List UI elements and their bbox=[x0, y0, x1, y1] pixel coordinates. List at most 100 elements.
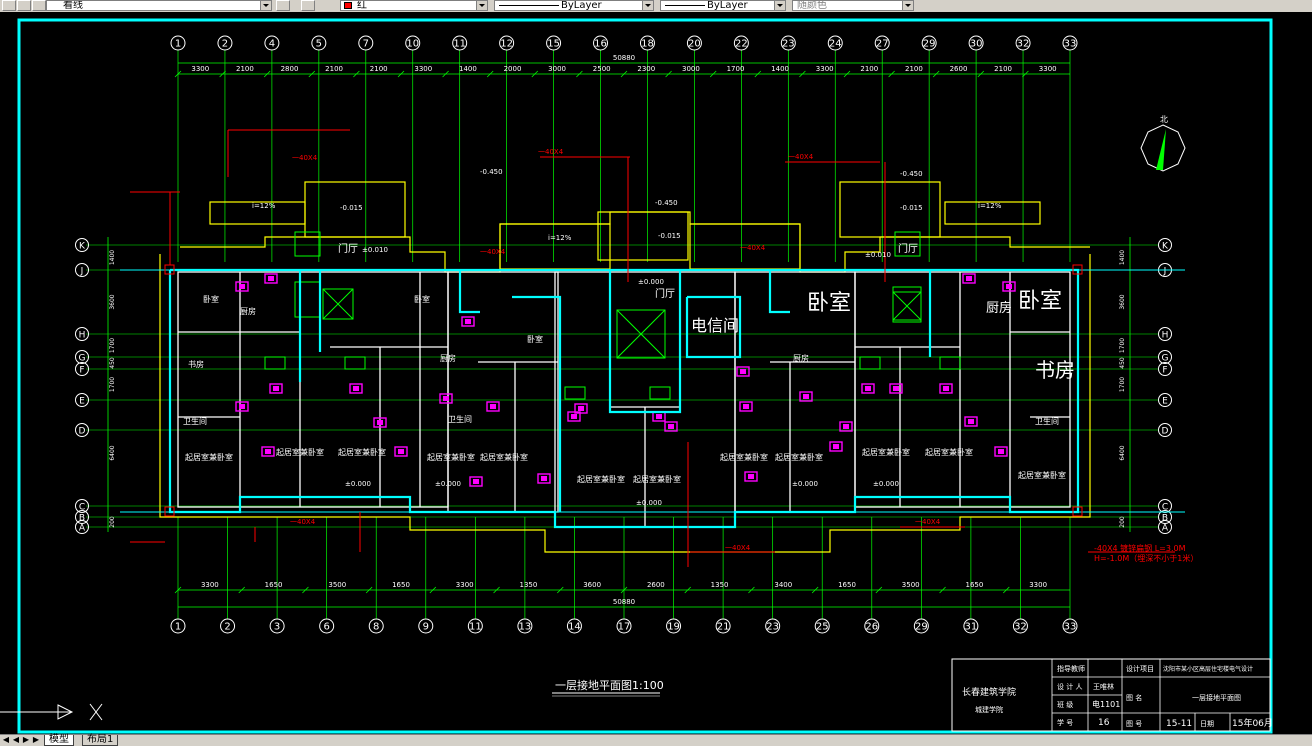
tb-name-label: 图 名 bbox=[1126, 693, 1142, 702]
fixture-fill bbox=[273, 386, 279, 391]
layer-previous-icon[interactable] bbox=[301, 0, 315, 11]
annotation-notes: 一40X4 一40X4 一40X4 一40X4 一40X4 一40X4 一40X… bbox=[290, 148, 1198, 563]
fixture-fill bbox=[443, 396, 449, 401]
top-axis-label: 7 bbox=[363, 39, 369, 50]
prev-tab-icon[interactable]: ◀ bbox=[12, 736, 20, 744]
fixture-fill bbox=[668, 424, 674, 429]
fixture-fill bbox=[740, 369, 746, 374]
tb-r4c2: 16 bbox=[1098, 718, 1110, 728]
lock-icon[interactable] bbox=[32, 0, 46, 11]
linetype-dropdown[interactable]: ByLayer bbox=[494, 0, 654, 11]
top-axis-label: 4 bbox=[269, 39, 275, 50]
chevron-down-icon[interactable] bbox=[774, 1, 785, 10]
bottom-dim-text: 1650 bbox=[265, 581, 283, 589]
top-axis-label: 30 bbox=[970, 39, 983, 50]
color-dropdown[interactable]: 红 bbox=[340, 0, 488, 11]
first-tab-icon[interactable]: ◀ bbox=[2, 736, 10, 744]
layer-state-icon[interactable] bbox=[2, 0, 16, 11]
side-dim-text: 1700 bbox=[1119, 377, 1126, 392]
tb-proj-label: 设计项目 bbox=[1126, 664, 1154, 673]
layer-dropdown[interactable]: 看线 bbox=[46, 0, 272, 11]
chevron-down-icon[interactable] bbox=[642, 1, 653, 10]
side-axis-label: K bbox=[79, 242, 86, 252]
tb-r3c2: 电1101 bbox=[1092, 699, 1120, 709]
room-living-8: 起居室兼卧室 bbox=[720, 452, 768, 462]
fixture-fill bbox=[968, 419, 974, 424]
room-hall-left: 门厅 bbox=[338, 242, 358, 255]
top-axis-label: 24 bbox=[829, 39, 842, 50]
side-axis-label: F bbox=[79, 366, 84, 376]
tb-school: 长春建筑学院 bbox=[962, 686, 1016, 698]
room-living-6: 起居室兼卧室 bbox=[577, 474, 625, 484]
fixture-fill bbox=[268, 276, 274, 281]
lineweight-preview bbox=[665, 5, 705, 6]
note-conductor-3: 一40X4 bbox=[788, 153, 814, 161]
bottom-axis-label: 29 bbox=[915, 622, 928, 633]
fixture-fill bbox=[1006, 284, 1012, 289]
layer-make-current-icon[interactable] bbox=[276, 0, 290, 11]
fixture-fill bbox=[465, 319, 471, 324]
last-tab-icon[interactable]: ▶ bbox=[32, 736, 40, 744]
side-axis-label: J bbox=[80, 267, 84, 277]
tab-model[interactable]: 模型 bbox=[44, 735, 74, 746]
room-hall-center: 门厅 bbox=[655, 287, 675, 300]
layer-dropdown-value: 看线 bbox=[63, 0, 83, 11]
slope-mark-2: i=12% bbox=[548, 234, 572, 242]
bottom-dim-text: 1650 bbox=[392, 581, 410, 589]
fixture-fill bbox=[239, 284, 245, 289]
bottom-dim-text: 3500 bbox=[328, 581, 346, 589]
bottom-dim-text: 1650 bbox=[838, 581, 856, 589]
elev-mark-1: -0.450 bbox=[480, 168, 503, 176]
note-ground-rod-depth: H=-1.0M（埋深不小于1米） bbox=[1094, 553, 1198, 563]
lineweight-dropdown[interactable]: ByLayer bbox=[660, 0, 786, 11]
top-dim-text: 3000 bbox=[682, 65, 700, 73]
tab-layout1[interactable]: 布局1 bbox=[82, 735, 119, 746]
top-axis-label: 12 bbox=[500, 39, 513, 50]
side-dim-text: 450 bbox=[109, 357, 116, 369]
tb-r1c1: 指导教师 bbox=[1057, 664, 1085, 673]
side-dim-text: 200 bbox=[109, 516, 116, 528]
elev-mark-14: ±0.010 bbox=[865, 251, 891, 259]
side-axis-label: G bbox=[1162, 354, 1169, 364]
side-dim-text: 1400 bbox=[109, 250, 116, 265]
next-tab-icon[interactable]: ▶ bbox=[22, 736, 30, 744]
room-bedroom-1: 卧室 bbox=[203, 294, 219, 304]
color-swatch-icon bbox=[344, 2, 352, 9]
side-dim-text: 6400 bbox=[109, 445, 116, 460]
top-total-text: 50880 bbox=[613, 54, 635, 62]
tb-r2c2: 王唯林 bbox=[1093, 682, 1114, 691]
chevron-down-icon[interactable] bbox=[476, 1, 487, 10]
room-kitchen-1: 厨房 bbox=[240, 306, 256, 316]
bottom-axis-label: 13 bbox=[519, 622, 532, 633]
bottom-axis-label: 14 bbox=[568, 622, 581, 633]
chevron-down-icon[interactable] bbox=[902, 1, 913, 10]
top-axis-label: 23 bbox=[782, 39, 795, 50]
room-living-12: 起居室兼卧室 bbox=[1018, 470, 1066, 480]
room-living-3: 起居室兼卧室 bbox=[338, 447, 386, 457]
drawing-svg[interactable]: 1 2 4 5 7 10 11 12 15 16 18 20 22 23 24 27 29 30 32 331 2 3 6 8… bbox=[0, 12, 1312, 734]
room-hall-right: 门厅 bbox=[898, 242, 918, 255]
side-dim-text: 3600 bbox=[109, 294, 116, 309]
elev-mark-2: -0.450 bbox=[655, 199, 678, 207]
tb-proj-value: 沈阳市某小区高层住宅楼电气设计 bbox=[1163, 665, 1253, 673]
room-living-9: 起居室兼卧室 bbox=[775, 452, 823, 462]
top-axis-label: 11 bbox=[453, 39, 466, 50]
bottom-dim-text: 3300 bbox=[456, 581, 474, 589]
chevron-down-icon[interactable] bbox=[260, 1, 271, 10]
drawing-canvas[interactable]: 1 2 4 5 7 10 11 12 15 16 18 20 22 23 24 27 29 30 32 33 1 2 3 6 8… bbox=[0, 12, 1312, 734]
plotstyle-dropdown[interactable]: 随颜色 bbox=[792, 0, 914, 11]
room-kitchen-large: 厨房 bbox=[986, 300, 1012, 316]
bottom-axis-label: 3 bbox=[274, 622, 280, 633]
color-dropdown-value: 红 bbox=[357, 0, 367, 11]
top-dim-text: 2100 bbox=[236, 65, 254, 73]
sun-icon[interactable] bbox=[17, 0, 31, 11]
side-axis-label: E bbox=[79, 397, 85, 407]
elev-mark-10: ±0.000 bbox=[792, 480, 818, 488]
bottom-dim-text: 1350 bbox=[711, 581, 729, 589]
bottom-axis-label: 26 bbox=[865, 622, 878, 633]
room-kitchen-3: 厨房 bbox=[793, 353, 809, 363]
tb-dept: 城建学院 bbox=[975, 705, 1003, 714]
room-bedroom-large-2: 卧室 bbox=[1018, 289, 1062, 314]
top-axis-label: 32 bbox=[1017, 39, 1030, 50]
tb-date-value: 15年06月 bbox=[1232, 717, 1273, 729]
